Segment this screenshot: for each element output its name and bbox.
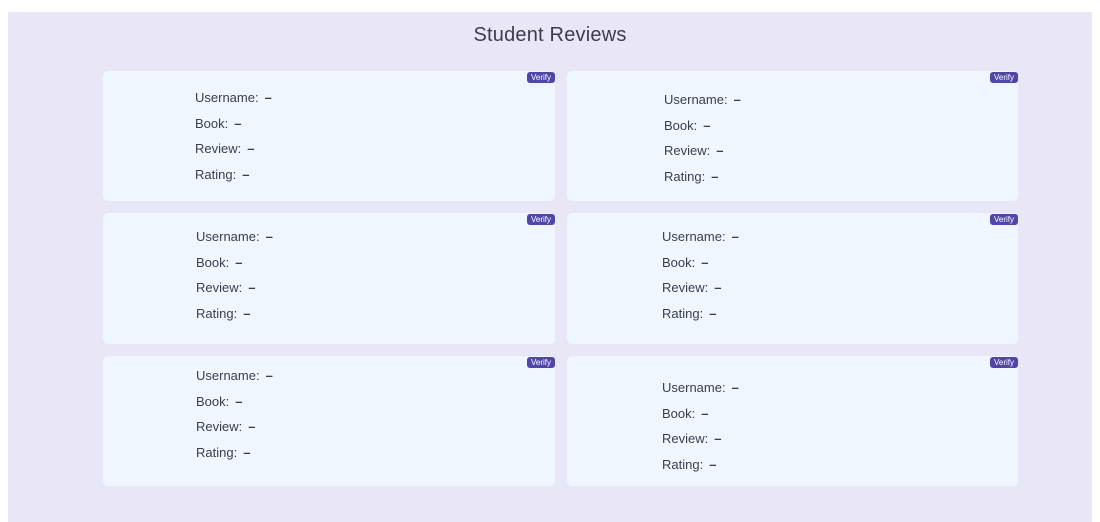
rating-row: Rating: – [196,301,273,327]
username-value: – [265,368,273,384]
review-label: Review: [662,280,709,296]
book-row: Book: – [195,111,272,137]
book-row: Book: – [662,401,739,427]
username-row: Username: – [195,85,272,111]
rating-value: – [711,168,719,184]
review-label: Review: [196,280,243,296]
rating-row: Rating: – [662,452,739,478]
verify-button[interactable]: Verify [989,214,1018,225]
verify-button[interactable]: Verify [526,72,555,83]
review-card: Verify Username: – Book: – Review: – Rating… [103,71,555,201]
rating-label: Rating: [662,305,704,321]
book-value: – [235,254,243,270]
rating-value: – [243,305,251,321]
rating-value: – [243,444,251,460]
username-label: Username: [195,90,259,106]
username-label: Username: [662,229,726,245]
rating-label: Rating: [195,166,237,182]
book-value: – [235,393,243,409]
book-value: – [701,405,709,421]
rating-row: Rating: – [664,164,741,190]
rating-label: Rating: [196,444,238,460]
review-card: Verify Username: – Book: – Review: – Rating… [567,71,1018,201]
verify-button[interactable]: Verify [989,72,1018,83]
username-label: Username: [196,229,260,245]
username-label: Username: [664,92,728,108]
username-value: – [731,380,739,396]
username-row: Username: – [662,224,739,250]
review-row: Review: – [662,275,739,301]
rating-row: Rating: – [662,301,739,327]
review-value: – [714,431,722,447]
username-row: Username: – [664,87,741,113]
review-value: – [247,141,255,157]
review-card: Verify Username: – Book: – Review: – Rating… [567,213,1018,344]
rating-label: Rating: [664,168,706,184]
book-row: Book: – [664,113,741,139]
book-value: – [701,254,709,270]
review-label: Review: [664,143,711,159]
username-label: Username: [196,368,260,384]
username-row: Username: – [196,224,273,250]
review-row: Review: – [195,136,272,162]
rating-value: – [709,456,717,472]
review-label: Review: [195,141,242,157]
review-row: Review: – [664,138,741,164]
username-row: Username: – [196,363,273,389]
book-value: – [703,117,711,133]
review-value: – [248,280,256,296]
book-label: Book: [195,115,229,131]
username-label: Username: [662,380,726,396]
rating-label: Rating: [662,456,704,472]
book-row: Book: – [196,389,273,415]
rating-label: Rating: [196,305,238,321]
review-label: Review: [196,419,243,435]
book-label: Book: [662,254,696,270]
rating-value: – [709,305,717,321]
page-title: Student Reviews [473,24,627,46]
rating-row: Rating: – [195,162,272,188]
book-label: Book: [196,393,230,409]
book-label: Book: [196,254,230,270]
verify-button[interactable]: Verify [989,357,1018,368]
review-value: – [716,143,724,159]
book-label: Book: [662,405,696,421]
book-label: Book: [664,117,698,133]
verify-button[interactable]: Verify [526,357,555,368]
username-row: Username: – [662,375,739,401]
username-value: – [264,90,272,106]
username-value: – [731,229,739,245]
review-row: Review: – [196,275,273,301]
username-value: – [733,92,741,108]
book-row: Book: – [662,250,739,276]
review-row: Review: – [662,426,739,452]
review-card: Verify Username: – Book: – Review: – Rating… [103,213,555,344]
book-row: Book: – [196,250,273,276]
book-value: – [234,115,242,131]
username-value: – [265,229,273,245]
review-value: – [714,280,722,296]
review-row: Review: – [196,414,273,440]
review-card: Verify Username: – Book: – Review: – Rating… [567,356,1018,486]
verify-button[interactable]: Verify [526,214,555,225]
review-value: – [248,419,256,435]
review-card: Verify Username: – Book: – Review: – Rating… [103,356,555,486]
review-label: Review: [662,431,709,447]
rating-value: – [242,166,250,182]
rating-row: Rating: – [196,440,273,466]
